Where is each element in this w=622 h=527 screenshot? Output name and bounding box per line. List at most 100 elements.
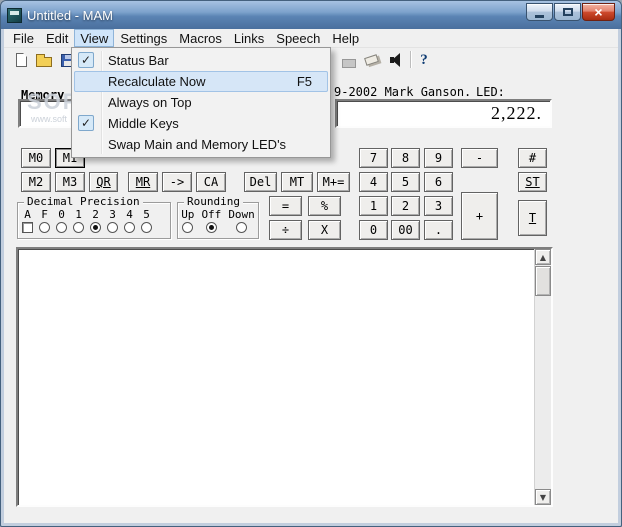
menu-item-middle-keys[interactable]: ✓ Middle Keys bbox=[74, 113, 328, 134]
printer-icon bbox=[342, 58, 356, 68]
decimal-4-radio[interactable] bbox=[124, 222, 135, 233]
key-5[interactable]: 5 bbox=[391, 172, 420, 192]
help-icon: ? bbox=[420, 51, 428, 68]
decimal-2-radio[interactable] bbox=[90, 222, 101, 233]
minimize-icon bbox=[535, 14, 544, 18]
option-label: F bbox=[41, 208, 48, 221]
key-8[interactable]: 8 bbox=[391, 148, 420, 168]
rounding-down-radio[interactable] bbox=[236, 222, 248, 233]
key-ca[interactable]: CA bbox=[196, 172, 226, 192]
open-folder-icon bbox=[36, 53, 52, 67]
key-3[interactable]: 3 bbox=[424, 196, 453, 216]
key-equals[interactable]: = bbox=[269, 196, 302, 216]
key-minus[interactable]: - bbox=[461, 148, 498, 168]
key-mr[interactable]: MR bbox=[128, 172, 158, 192]
rounding-off-radio[interactable] bbox=[205, 222, 217, 233]
menu-item-label: Always on Top bbox=[108, 95, 192, 110]
status-bar bbox=[4, 507, 618, 523]
main-led-value: 2,222. bbox=[491, 103, 542, 123]
option-label: Down bbox=[228, 208, 255, 221]
key-decimal[interactable]: . bbox=[424, 220, 453, 240]
menu-settings[interactable]: Settings bbox=[114, 29, 173, 47]
key-9[interactable]: 9 bbox=[424, 148, 453, 168]
close-button[interactable]: × bbox=[582, 3, 615, 21]
key-m0[interactable]: M0 bbox=[21, 148, 51, 168]
main-led-display: 2,222. bbox=[335, 99, 552, 128]
maximize-button[interactable] bbox=[554, 3, 581, 21]
new-document-button[interactable] bbox=[10, 49, 32, 71]
key-m3[interactable]: M3 bbox=[55, 172, 85, 192]
menu-speech[interactable]: Speech bbox=[270, 29, 326, 47]
view-menu-dropdown: ✓ Status Bar Recalculate Now F5 Always o… bbox=[71, 47, 331, 158]
key-qr[interactable]: QR bbox=[89, 172, 118, 192]
menu-macros[interactable]: Macros bbox=[173, 29, 228, 47]
vertical-scrollbar[interactable]: ▲ ▼ bbox=[534, 249, 551, 505]
key-m2[interactable]: M2 bbox=[21, 172, 51, 192]
scrollbar-thumb[interactable] bbox=[535, 266, 551, 296]
key-mt[interactable]: MT bbox=[281, 172, 313, 192]
close-icon: × bbox=[594, 4, 603, 20]
scroll-down-button[interactable]: ▼ bbox=[535, 489, 551, 505]
key-total[interactable]: T bbox=[518, 200, 547, 236]
key-2[interactable]: 2 bbox=[391, 196, 420, 216]
menu-links[interactable]: Links bbox=[228, 29, 270, 47]
scroll-up-button[interactable]: ▲ bbox=[535, 249, 551, 265]
erase-button[interactable] bbox=[360, 49, 382, 71]
menu-item-recalculate-now[interactable]: Recalculate Now F5 bbox=[74, 71, 328, 92]
key-mplus[interactable]: M+= bbox=[317, 172, 350, 192]
decimal-5-radio[interactable] bbox=[141, 222, 152, 233]
option-label: Off bbox=[201, 208, 222, 221]
checkmark-icon: ✓ bbox=[78, 52, 94, 68]
decimal-1-radio[interactable] bbox=[73, 222, 84, 233]
menu-item-label: Status Bar bbox=[108, 53, 169, 68]
print-button[interactable] bbox=[338, 49, 360, 71]
scroll-up-icon: ▲ bbox=[539, 252, 547, 262]
key-00[interactable]: 00 bbox=[391, 220, 420, 240]
rounding-group: Rounding Up Off Down bbox=[177, 195, 259, 239]
new-document-icon bbox=[15, 53, 27, 67]
decimal-0-radio[interactable] bbox=[56, 222, 67, 233]
menu-item-always-on-top[interactable]: Always on Top bbox=[74, 92, 328, 113]
key-multiply[interactable]: X bbox=[308, 220, 341, 240]
menu-shortcut: F5 bbox=[296, 74, 312, 89]
decimal-precision-group: Decimal Precision A F 0 1 2 3 4 5 bbox=[17, 195, 171, 239]
key-7[interactable]: 7 bbox=[359, 148, 388, 168]
menu-item-label: Recalculate Now bbox=[108, 74, 206, 89]
tape-textarea[interactable]: ▲ ▼ bbox=[16, 247, 553, 507]
menu-file[interactable]: File bbox=[7, 29, 40, 47]
menu-help[interactable]: Help bbox=[326, 29, 365, 47]
decimal-3-radio[interactable] bbox=[107, 222, 118, 233]
minimize-button[interactable] bbox=[526, 3, 553, 21]
speech-button[interactable] bbox=[386, 49, 408, 71]
titlebar[interactable]: Untitled - MAM × bbox=[1, 1, 621, 29]
app-icon bbox=[7, 7, 22, 23]
key-1[interactable]: 1 bbox=[359, 196, 388, 216]
rounding-up-radio[interactable] bbox=[182, 222, 194, 233]
key-divide[interactable]: ÷ bbox=[269, 220, 302, 240]
help-button[interactable]: ? bbox=[413, 49, 435, 71]
option-label: A bbox=[24, 208, 31, 221]
eraser-icon bbox=[363, 54, 379, 66]
checkmark-icon: ✓ bbox=[78, 115, 94, 131]
key-hash[interactable]: # bbox=[518, 148, 547, 168]
key-del[interactable]: Del bbox=[244, 172, 277, 192]
option-label: 2 bbox=[92, 208, 99, 221]
speaker-icon bbox=[389, 53, 405, 67]
key-4[interactable]: 4 bbox=[359, 172, 388, 192]
decimal-add-checkbox[interactable] bbox=[22, 222, 33, 233]
menu-edit[interactable]: Edit bbox=[40, 29, 74, 47]
key-subtotal[interactable]: ST bbox=[518, 172, 547, 192]
key-6[interactable]: 6 bbox=[424, 172, 453, 192]
open-file-button[interactable] bbox=[33, 49, 55, 71]
caption-buttons: × bbox=[526, 3, 615, 21]
menu-item-status-bar[interactable]: ✓ Status Bar bbox=[74, 50, 328, 71]
option-label: 0 bbox=[58, 208, 65, 221]
key-arrow[interactable]: -> bbox=[162, 172, 192, 192]
key-plus[interactable]: + bbox=[461, 192, 498, 240]
decimal-float-radio[interactable] bbox=[39, 222, 50, 233]
key-percent[interactable]: % bbox=[308, 196, 341, 216]
option-label: 3 bbox=[109, 208, 116, 221]
menu-item-swap-leds[interactable]: Swap Main and Memory LED's bbox=[74, 134, 328, 155]
menu-view[interactable]: View bbox=[74, 29, 115, 47]
key-0[interactable]: 0 bbox=[359, 220, 388, 240]
